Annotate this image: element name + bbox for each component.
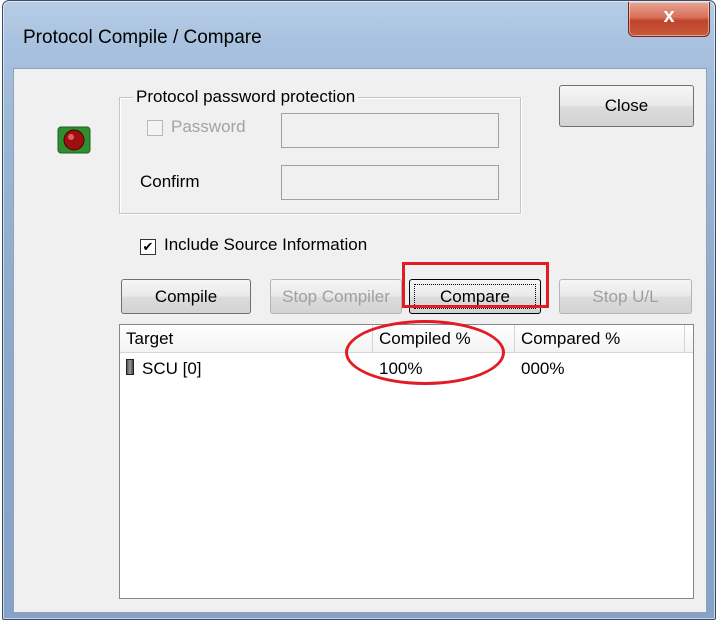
password-label: Password [171, 117, 246, 136]
confirm-label: Confirm [140, 172, 200, 191]
window-title: Protocol Compile / Compare [23, 27, 262, 48]
password-field[interactable] [281, 113, 499, 148]
include-source-label: Include Source Information [164, 235, 368, 254]
include-source-checkbox[interactable]: ✔ [140, 239, 156, 255]
column-header-compiled[interactable]: Compiled % [373, 325, 515, 352]
list-row[interactable]: SCU [0] 100% 000% [120, 357, 693, 381]
stop-ul-button[interactable]: Stop U/L [559, 279, 692, 314]
confirm-field[interactable] [281, 165, 499, 200]
compare-button[interactable]: Compare [409, 279, 541, 314]
target-list[interactable]: Target Compiled % Compared % SCU [0] 100… [119, 324, 694, 599]
dialog-client-area: Protocol password protection Password Co… [13, 68, 707, 613]
password-group-legend: Protocol password protection [133, 87, 359, 107]
column-header-target[interactable]: Target [120, 325, 373, 352]
focus-ring [414, 284, 536, 309]
red-stop-button-icon [57, 126, 91, 154]
dialog-window: Protocol Compile / Compare x Protocol pa… [2, 0, 716, 620]
cell-target: SCU [0] [126, 357, 202, 381]
cell-compared: 000% [521, 359, 565, 378]
device-icon [126, 359, 134, 375]
column-header-compared[interactable]: Compared % [515, 325, 685, 352]
window-close-button[interactable]: x [628, 2, 710, 37]
compile-button[interactable]: Compile [121, 279, 251, 314]
close-icon: x [663, 5, 675, 27]
cell-compiled: 100% [379, 359, 423, 378]
close-button[interactable]: Close [559, 85, 694, 127]
list-header: Target Compiled % Compared % [120, 325, 693, 353]
password-checkbox[interactable] [147, 120, 163, 136]
stop-compiler-button[interactable]: Stop Compiler [270, 279, 402, 314]
